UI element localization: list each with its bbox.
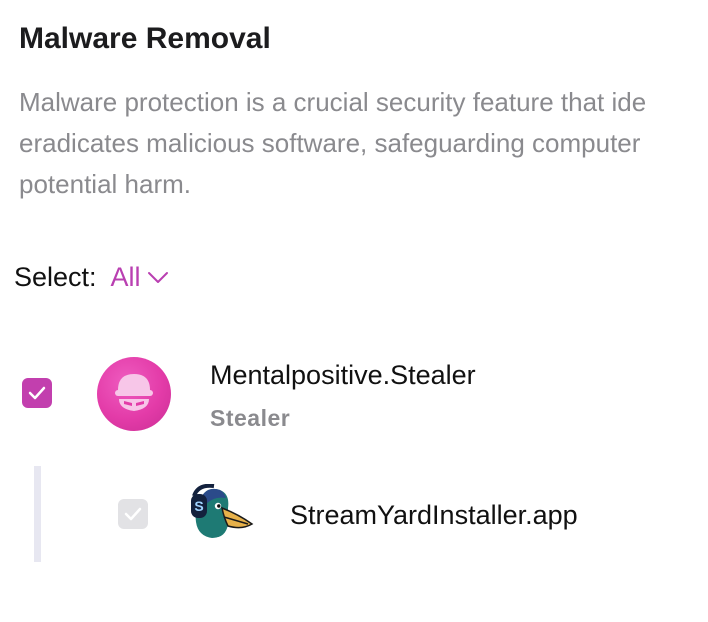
checkmark-icon	[124, 507, 142, 521]
select-value: All	[110, 262, 141, 292]
duck-headphones-app-icon: S	[188, 483, 256, 544]
select-filter: Select: All	[14, 262, 169, 293]
checkmark-icon	[28, 386, 46, 400]
item-checkbox[interactable]	[118, 499, 148, 529]
description-line: Malware protection is a crucial security…	[19, 87, 647, 117]
threat-name: Mentalpositive.Stealer	[210, 360, 476, 390]
select-dropdown[interactable]: All	[111, 262, 169, 293]
hooded-thief-icon	[97, 357, 171, 431]
description-line: potential harm.	[19, 169, 191, 199]
svg-text:S: S	[194, 498, 203, 514]
item-name: StreamYardInstaller.app	[290, 500, 578, 530]
page-title: Malware Removal	[19, 22, 271, 55]
page-description: Malware protection is a crucial security…	[19, 82, 708, 205]
tree-connector	[34, 466, 41, 562]
chevron-down-icon	[147, 271, 168, 283]
threat-type: Stealer	[210, 405, 291, 431]
malware-removal-page: Malware Removal Malware protection is a …	[0, 0, 708, 622]
description-line: eradicates malicious software, safeguard…	[19, 128, 641, 158]
select-label: Select:	[14, 262, 97, 292]
threat-checkbox[interactable]	[22, 378, 52, 408]
